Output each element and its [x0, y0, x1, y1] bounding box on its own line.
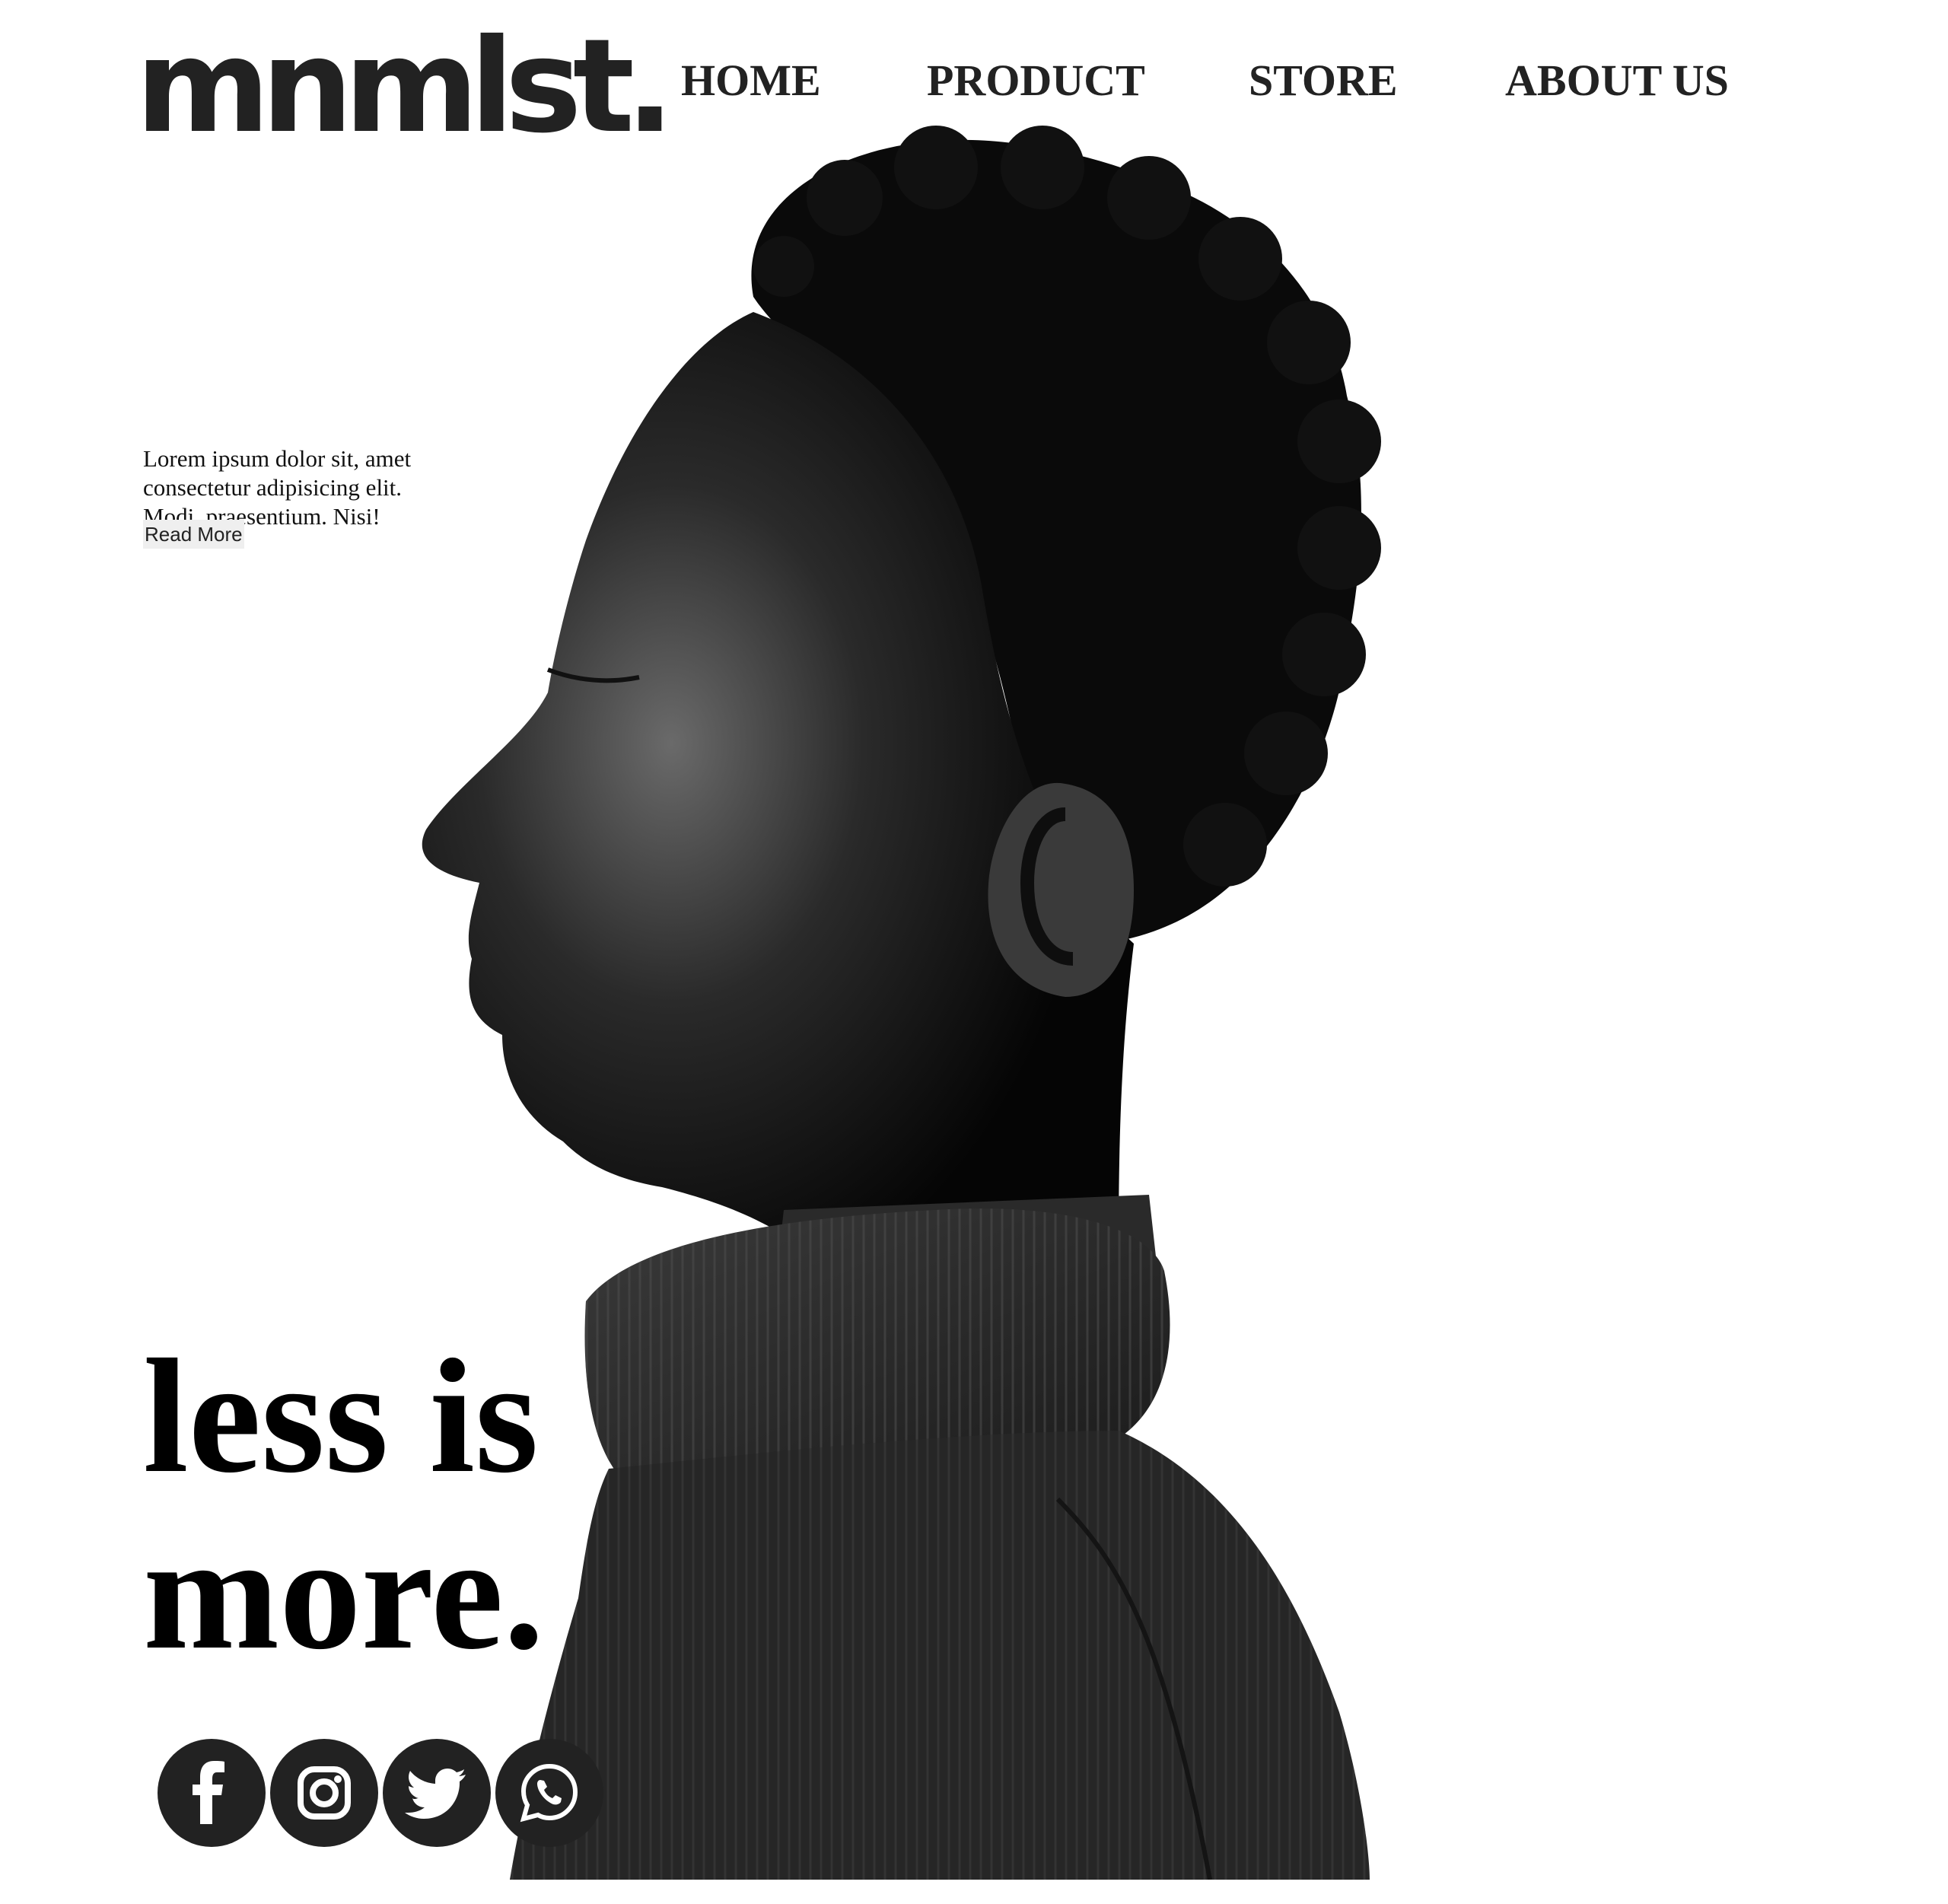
- instagram-icon: [298, 1766, 351, 1820]
- nav-product[interactable]: PRODUCT: [927, 50, 1145, 111]
- hero-intro-text: Lorem ipsum dolor sit, amet consectetur …: [143, 445, 412, 530]
- nav-about-us[interactable]: ABOUT US: [1505, 50, 1729, 111]
- tagline-line-2: more.: [143, 1501, 545, 1683]
- twitter-link[interactable]: [383, 1739, 491, 1847]
- instagram-link[interactable]: [270, 1739, 378, 1847]
- whatsapp-link[interactable]: [495, 1739, 603, 1847]
- whatsapp-icon: [520, 1763, 578, 1823]
- facebook-link[interactable]: [158, 1739, 266, 1847]
- main-nav: HOME PRODUCT STORE ABOUT US: [0, 50, 1948, 111]
- nav-store[interactable]: STORE: [1249, 50, 1398, 111]
- twitter-icon: [405, 1769, 466, 1819]
- social-links: [158, 1739, 603, 1848]
- tagline-line-1: less is: [143, 1325, 539, 1507]
- read-more-button[interactable]: Read More: [143, 520, 244, 549]
- hero-tagline: less is more.: [143, 1328, 676, 1681]
- facebook-icon: [193, 1761, 224, 1824]
- nav-home[interactable]: HOME: [681, 50, 821, 111]
